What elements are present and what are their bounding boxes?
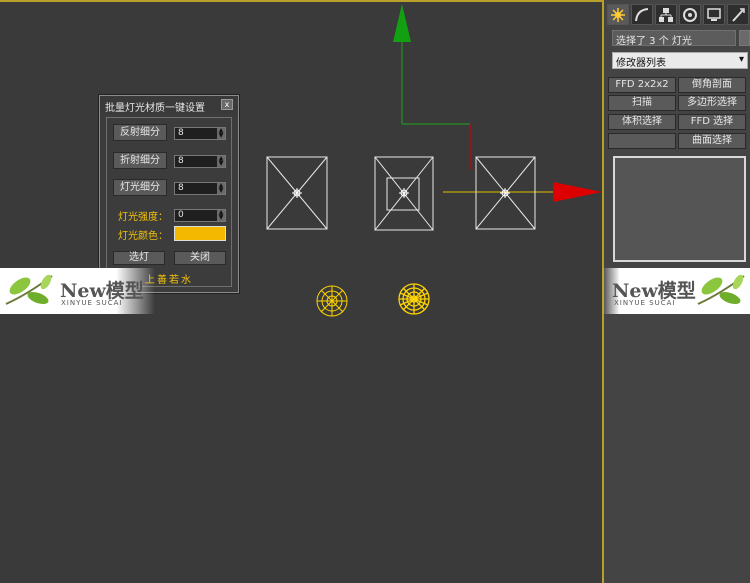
- dialog-title: 批量灯光材质一键设置: [105, 103, 205, 114]
- dialog-body: 反射细分 8 ▲ ▼ 折射细分 8 ▲ ▼ 灯光细分 8 ▲ ▼ 灯光强度： 0 ▲ ▼…: [106, 117, 232, 287]
- modifier-button-ffd2x2x2[interactable]: FFD 2x2x2: [608, 77, 676, 93]
- create-icon: [611, 8, 625, 22]
- leaf-logo-icon: [5, 274, 53, 305]
- light-subdivs-button[interactable]: 灯光细分: [113, 179, 167, 196]
- refract-subdivs-value[interactable]: 8: [178, 156, 184, 167]
- modify-icon: [635, 8, 649, 22]
- modifier-button-vol-select[interactable]: 体积选择: [608, 114, 676, 130]
- tab-motion[interactable]: [679, 4, 701, 25]
- light-intensity-label: 灯光强度：: [118, 212, 168, 223]
- sphere-light-2[interactable]: [398, 283, 430, 315]
- spinner-arrows-icon[interactable]: ▲ ▼: [217, 156, 225, 167]
- modifier-button-poly-select[interactable]: 多边形选择: [678, 95, 746, 111]
- watermark-subtitle: XINYUE SUCAI: [614, 299, 676, 307]
- modifier-stack-view[interactable]: [613, 156, 746, 262]
- light-intensity-spinner[interactable]: 0 ▲ ▼: [174, 209, 226, 222]
- display-icon: [707, 8, 721, 21]
- tab-modify[interactable]: [631, 4, 653, 25]
- reflect-subdivs-button[interactable]: 反射细分: [113, 124, 167, 141]
- utilities-icon: [732, 8, 745, 22]
- hierarchy-icon: [659, 8, 673, 22]
- modifier-button-bevel-profile[interactable]: 倒角剖面: [678, 77, 746, 93]
- reflect-subdivs-value[interactable]: 8: [178, 128, 184, 139]
- watermark-left: New模型 XINYUE SUCAI: [0, 268, 155, 314]
- viewport[interactable]: 批量灯光材质一键设置 x 反射细分 8 ▲ ▼ 折射细分 8 ▲ ▼ 灯光细分 8 …: [0, 0, 602, 583]
- plane-light-1[interactable]: [266, 156, 328, 230]
- modifier-button-ffd-select[interactable]: FFD 选择: [678, 114, 746, 130]
- spinner-arrows-icon[interactable]: ▲ ▼: [217, 128, 225, 139]
- motion-icon: [683, 8, 697, 22]
- watermark-right: New模型 XINYUE SUCAI: [602, 268, 750, 314]
- dialog-close-button[interactable]: x: [221, 99, 233, 110]
- light-subdivs-value[interactable]: 8: [178, 183, 184, 194]
- select-lights-button[interactable]: 选灯: [113, 251, 165, 265]
- tab-utilities[interactable]: [727, 4, 749, 25]
- light-color-swatch[interactable]: [174, 226, 226, 241]
- leaf-logo-icon: [697, 274, 745, 305]
- watermark-subtitle: XINYUE SUCAI: [61, 299, 123, 307]
- dialog-titlebar[interactable]: 批量灯光材质一键设置 x: [100, 96, 238, 114]
- refract-subdivs-spinner[interactable]: 8 ▲ ▼: [174, 155, 226, 168]
- chevron-down-icon: ▾: [738, 54, 744, 65]
- light-color-label: 灯光颜色：: [118, 231, 168, 242]
- light-subdivs-spinner[interactable]: 8 ▲ ▼: [174, 182, 226, 195]
- spinner-arrows-icon[interactable]: ▲ ▼: [217, 183, 225, 194]
- refract-subdivs-button[interactable]: 折射细分: [113, 152, 167, 169]
- modifier-button-surface-select[interactable]: 曲面选择: [678, 133, 746, 149]
- tab-create[interactable]: [607, 4, 629, 25]
- plane-light-2[interactable]: [374, 156, 434, 231]
- batch-light-material-dialog[interactable]: 批量灯光材质一键设置 x 反射细分 8 ▲ ▼ 折射细分 8 ▲ ▼ 灯光细分 8 …: [99, 95, 239, 293]
- tab-hierarchy[interactable]: [655, 4, 677, 25]
- modifier-button-empty[interactable]: [608, 133, 676, 149]
- sphere-light-1[interactable]: [316, 285, 348, 317]
- object-color-swatch[interactable]: [739, 30, 750, 46]
- command-panel: 选择了 3 个 灯光 修改器列表 ▾ FFD 2x2x2 倒角剖面 扫描 多边形…: [602, 0, 750, 583]
- plane-light-3[interactable]: [475, 156, 536, 230]
- reflect-subdivs-spinner[interactable]: 8 ▲ ▼: [174, 127, 226, 140]
- light-intensity-value[interactable]: 0: [178, 210, 184, 221]
- modifier-list-dropdown[interactable]: 修改器列表 ▾: [612, 52, 748, 69]
- spinner-arrows-icon[interactable]: ▲ ▼: [217, 210, 225, 221]
- tab-display[interactable]: [703, 4, 725, 25]
- modifier-list-label: 修改器列表: [616, 58, 666, 69]
- modifier-button-sweep[interactable]: 扫描: [608, 95, 676, 111]
- gizmo-x-arrow[interactable]: [553, 182, 602, 202]
- gizmo-y-arrow[interactable]: [393, 4, 411, 42]
- close-dialog-button[interactable]: 关闭: [174, 251, 226, 265]
- selection-name-field[interactable]: 选择了 3 个 灯光: [612, 30, 736, 46]
